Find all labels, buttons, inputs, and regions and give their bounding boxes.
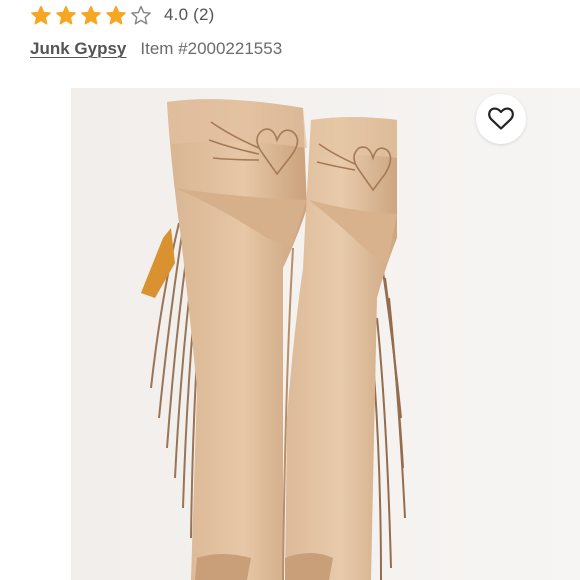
star-rating	[30, 4, 152, 26]
star-filled-icon	[105, 4, 127, 26]
like-button[interactable]	[476, 94, 526, 144]
rating-summary: 4.0 (2)	[164, 5, 215, 24]
listing-meta: Junk Gypsy Item #2000221553	[30, 36, 282, 62]
product-photo[interactable]	[71, 88, 580, 580]
star-filled-icon	[55, 4, 77, 26]
star-empty-icon	[130, 4, 152, 26]
listing-page: 4.0 (2) Junk Gypsy Item #2000221553	[0, 0, 580, 580]
brand-link[interactable]: Junk Gypsy	[30, 39, 126, 59]
heart-outline-icon	[488, 107, 514, 130]
boots-image	[71, 88, 580, 580]
rating-row: 4.0 (2)	[30, 2, 215, 28]
item-number: Item #2000221553	[140, 39, 283, 58]
star-filled-icon	[80, 4, 102, 26]
star-filled-icon	[30, 4, 52, 26]
